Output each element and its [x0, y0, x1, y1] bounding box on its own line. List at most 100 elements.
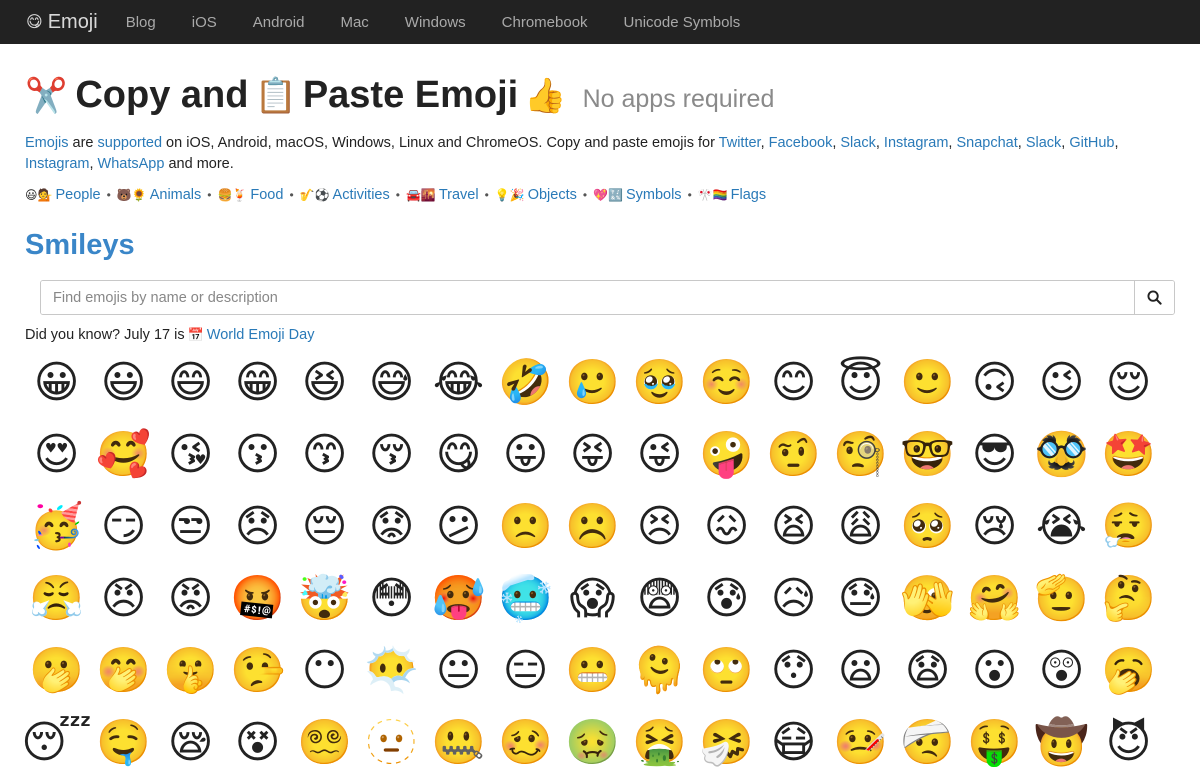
nav-link-android[interactable]: Android	[253, 14, 305, 31]
emoji-tile[interactable]: 🤩	[1095, 429, 1162, 501]
emoji-tile[interactable]: 😵	[224, 717, 291, 775]
emoji-tile[interactable]: 😉	[1028, 357, 1095, 429]
emoji-tile[interactable]: 😖	[693, 501, 760, 573]
link-twitter[interactable]: Twitter	[719, 135, 761, 151]
emoji-tile[interactable]: 🤓	[894, 429, 961, 501]
emoji-tile[interactable]: 🤤	[90, 717, 157, 775]
emoji-tile[interactable]: 🤢	[559, 717, 626, 775]
emoji-tile[interactable]: 😆	[291, 357, 358, 429]
emoji-tile[interactable]: 😜	[626, 429, 693, 501]
emoji-tile[interactable]: 😬	[559, 645, 626, 717]
emoji-tile[interactable]: 🥱	[1095, 645, 1162, 717]
emoji-tile[interactable]: 🥳	[23, 501, 90, 573]
category-link-people[interactable]: People	[55, 187, 100, 203]
emoji-tile[interactable]: 😍	[23, 429, 90, 501]
emoji-tile[interactable]: 😝	[559, 429, 626, 501]
emoji-tile[interactable]: 🥵	[425, 573, 492, 645]
nav-link-chromebook[interactable]: Chromebook	[502, 14, 588, 31]
emoji-tile[interactable]: 😇	[827, 357, 894, 429]
emoji-tile[interactable]: 🤯	[291, 573, 358, 645]
emoji-tile[interactable]: ☹️	[559, 501, 626, 573]
emoji-tile[interactable]: 😎	[961, 429, 1028, 501]
link-emojis[interactable]: Emojis	[25, 135, 69, 151]
link-facebook[interactable]: Facebook	[769, 135, 833, 151]
emoji-tile[interactable]: 😳	[358, 573, 425, 645]
emoji-tile[interactable]: 🙁	[492, 501, 559, 573]
emoji-tile[interactable]: 😪	[157, 717, 224, 775]
emoji-tile[interactable]: 🤧	[693, 717, 760, 775]
emoji-tile[interactable]: 🥶	[492, 573, 559, 645]
emoji-tile[interactable]: 😥	[760, 573, 827, 645]
link-instagram[interactable]: Instagram	[884, 135, 948, 151]
emoji-tile[interactable]: 🤪	[693, 429, 760, 501]
category-link-symbols[interactable]: Symbols	[626, 187, 682, 203]
link-snapchat[interactable]: Snapchat	[956, 135, 1017, 151]
category-link-food[interactable]: Food	[250, 187, 283, 203]
emoji-tile[interactable]: 🤮	[626, 717, 693, 775]
emoji-tile[interactable]: 😌	[1095, 357, 1162, 429]
nav-link-windows[interactable]: Windows	[405, 14, 466, 31]
emoji-tile[interactable]: 🤑	[961, 717, 1028, 775]
emoji-tile[interactable]: 😭	[1028, 501, 1095, 573]
emoji-tile[interactable]: 😧	[894, 645, 961, 717]
category-link-travel[interactable]: Travel	[439, 187, 479, 203]
emoji-tile[interactable]: 😶‍🌫️	[358, 645, 425, 717]
emoji-tile[interactable]: 😫	[760, 501, 827, 573]
emoji-tile[interactable]: 😷	[760, 717, 827, 775]
category-link-animals[interactable]: Animals	[150, 187, 202, 203]
emoji-tile[interactable]: 😒	[157, 501, 224, 573]
emoji-tile[interactable]: 🤕	[894, 717, 961, 775]
emoji-tile[interactable]: 🫢	[23, 645, 90, 717]
emoji-tile[interactable]: 😵‍💫	[291, 717, 358, 775]
category-link-flags[interactable]: Flags	[731, 187, 766, 203]
emoji-tile[interactable]: 🤠	[1028, 717, 1095, 775]
emoji-tile[interactable]: 🫡	[1028, 573, 1095, 645]
link-whatsapp[interactable]: WhatsApp	[98, 156, 165, 172]
brand-link[interactable]: 😋 Emoji	[26, 11, 98, 34]
emoji-tile[interactable]: 😘	[157, 429, 224, 501]
emoji-tile[interactable]: 🙂	[894, 357, 961, 429]
emoji-tile[interactable]: 🫠	[626, 645, 693, 717]
emoji-tile[interactable]: 😩	[827, 501, 894, 573]
emoji-tile[interactable]: 😶	[291, 645, 358, 717]
emoji-tile[interactable]: 🤥	[224, 645, 291, 717]
emoji-tile[interactable]: 😤	[23, 573, 90, 645]
category-link-objects[interactable]: Objects	[528, 187, 577, 203]
emoji-tile[interactable]: 😗	[224, 429, 291, 501]
emoji-tile[interactable]: 🧐	[827, 429, 894, 501]
emoji-tile[interactable]: 😈	[1095, 717, 1162, 775]
emoji-tile[interactable]: 😲	[1028, 645, 1095, 717]
emoji-tile[interactable]: 🤒	[827, 717, 894, 775]
emoji-tile[interactable]: 🥲	[559, 357, 626, 429]
emoji-tile[interactable]: 🥰	[90, 429, 157, 501]
emoji-tile[interactable]: 😰	[693, 573, 760, 645]
emoji-tile[interactable]: 😡	[157, 573, 224, 645]
emoji-tile[interactable]: 😮‍💨	[1095, 501, 1162, 573]
emoji-tile[interactable]: 🙄	[693, 645, 760, 717]
emoji-tile[interactable]: 😔	[291, 501, 358, 573]
emoji-tile[interactable]: 🤔	[1095, 573, 1162, 645]
link-supported[interactable]: supported	[98, 135, 163, 151]
emoji-tile[interactable]: 🤣	[492, 357, 559, 429]
emoji-tile[interactable]: 😟	[358, 501, 425, 573]
emoji-tile[interactable]: 😀	[23, 357, 90, 429]
emoji-tile[interactable]: 😢	[961, 501, 1028, 573]
emoji-tile[interactable]: 😞	[224, 501, 291, 573]
emoji-tile[interactable]: 😠	[90, 573, 157, 645]
emoji-tile[interactable]: 😚	[358, 429, 425, 501]
search-button[interactable]	[1134, 281, 1174, 314]
nav-link-blog[interactable]: Blog	[126, 14, 156, 31]
emoji-tile[interactable]: 😙	[291, 429, 358, 501]
link-instagram-2[interactable]: Instagram	[25, 156, 89, 172]
emoji-tile[interactable]: 😯	[760, 645, 827, 717]
emoji-tile[interactable]: 😁	[224, 357, 291, 429]
emoji-tile[interactable]: 🤬	[224, 573, 291, 645]
emoji-tile[interactable]: 🤭	[90, 645, 157, 717]
emoji-tile[interactable]: 😱	[559, 573, 626, 645]
emoji-tile[interactable]: 😣	[626, 501, 693, 573]
emoji-tile[interactable]: 😨	[626, 573, 693, 645]
emoji-tile[interactable]: 🤐	[425, 717, 492, 775]
emoji-tile[interactable]: 😑	[492, 645, 559, 717]
link-slack[interactable]: Slack	[840, 135, 875, 151]
emoji-tile[interactable]: 😕	[425, 501, 492, 573]
